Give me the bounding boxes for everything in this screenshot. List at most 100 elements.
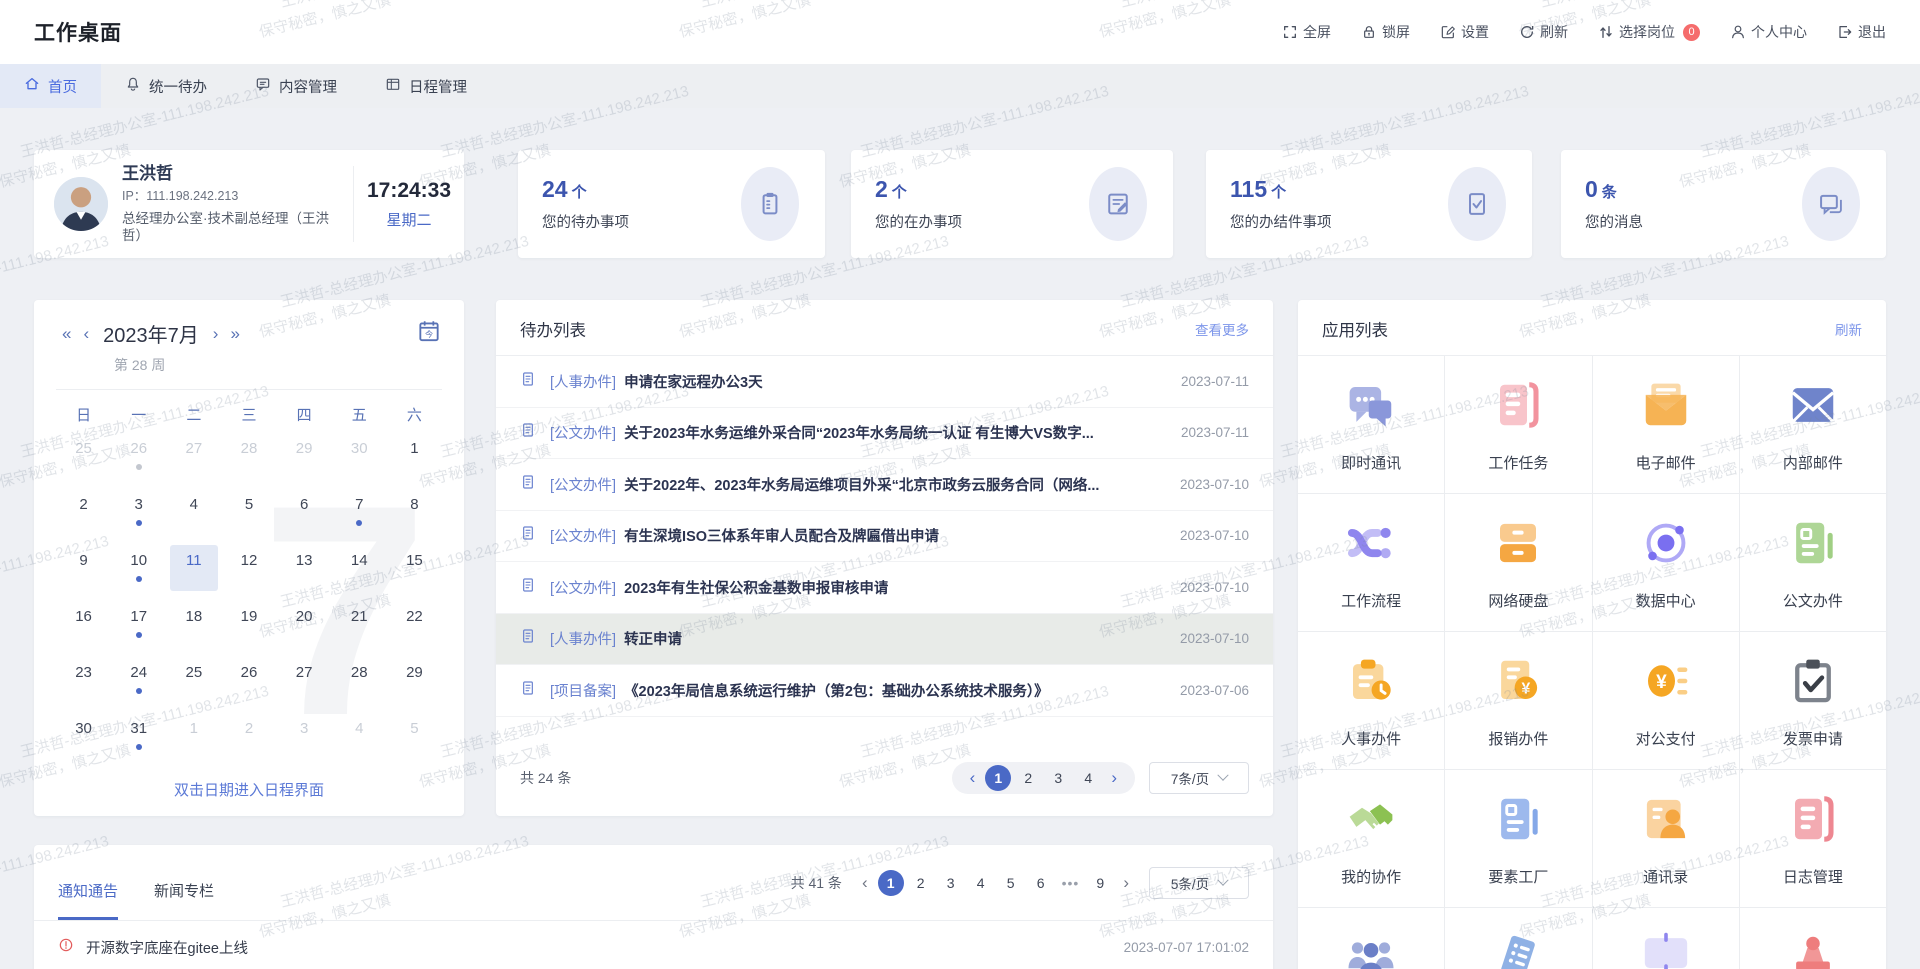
app-日志管理[interactable]: 日志管理	[1740, 770, 1886, 907]
page-3[interactable]: 3	[1045, 765, 1071, 791]
app-内部邮件[interactable]: 内部邮件	[1740, 356, 1886, 493]
view-more-link[interactable]: 查看更多	[1195, 319, 1249, 339]
calendar-date-5[interactable]: 5	[387, 705, 442, 761]
calendar-date-23[interactable]: 23	[56, 649, 111, 705]
todo-item-2[interactable]: [公文办件] 关于2023年水务运维外采合同“2023年水务局统一认证 有生博大…	[496, 408, 1273, 460]
calendar-date-30[interactable]: 30	[56, 705, 111, 761]
app-即时通讯[interactable]: 即时通讯	[1298, 356, 1444, 493]
calendar-date-27[interactable]: 27	[277, 649, 332, 705]
app-网络硬盘[interactable]: 网络硬盘	[1445, 494, 1591, 631]
calendar-date-19[interactable]: 19	[221, 593, 276, 649]
header-action-个人中心[interactable]: 个人中心	[1730, 22, 1807, 42]
header-action-设置[interactable]: 设置	[1440, 22, 1489, 42]
app-工作流程[interactable]: 工作流程	[1298, 494, 1444, 631]
app-发票申请[interactable]: 发票申请	[1740, 632, 1886, 769]
calendar-date-6[interactable]: 6	[277, 481, 332, 537]
app-人事办件[interactable]: 人事办件	[1298, 632, 1444, 769]
calendar-date-18[interactable]: 18	[166, 593, 221, 649]
calendar-date-29[interactable]: 29	[387, 649, 442, 705]
todo-item-3[interactable]: [公文办件] 关于2022年、2023年水务局运维项目外采“北京市政务云服务合同…	[496, 459, 1273, 511]
todo-item-7[interactable]: [项目备案] 《2023年局信息系统运行维护（第2包：基础办公系统技术服务）》 …	[496, 665, 1273, 717]
calendar-date-1[interactable]: 1	[166, 705, 221, 761]
calendar-date-27[interactable]: 27	[166, 425, 221, 481]
notice-tab-新闻专栏[interactable]: 新闻专栏	[154, 880, 214, 920]
notice-item-1[interactable]: 开源数字底座在gitee上线 2023-07-07 17:01:02	[34, 921, 1273, 969]
prev-year-button[interactable]: «	[56, 324, 77, 344]
app-电子邮件[interactable]: 电子邮件	[1593, 356, 1739, 493]
app-公文办件[interactable]: 公文办件	[1740, 494, 1886, 631]
calendar-date-31[interactable]: 31	[111, 705, 166, 761]
notice-page-size-select[interactable]: 5条/页	[1149, 867, 1249, 899]
app-stamp-icon[interactable]	[1740, 908, 1886, 969]
todo-item-6[interactable]: [人事办件] 转正申请 2023-07-10	[496, 614, 1273, 666]
todo-item-1[interactable]: [人事办件] 申请在家远程办公3天 2023-07-11	[496, 356, 1273, 408]
more-pages-icon[interactable]: •••	[1058, 875, 1084, 891]
calendar-date-7[interactable]: 7	[332, 481, 387, 537]
apps-refresh-link[interactable]: 刷新	[1835, 319, 1862, 339]
todo-item-4[interactable]: [公文办件] 有生深境ISO三体系年审人员配合及牌匾借出申请 2023-07-1…	[496, 511, 1273, 563]
calendar-date-26[interactable]: 26	[111, 425, 166, 481]
calendar-date-29[interactable]: 29	[277, 425, 332, 481]
calendar-date-13[interactable]: 13	[277, 537, 332, 593]
calendar-date-12[interactable]: 12	[221, 537, 276, 593]
app-数据中心[interactable]: 数据中心	[1593, 494, 1739, 631]
notice-page-1[interactable]: 1	[878, 870, 904, 896]
next-month-button[interactable]: ›	[207, 324, 225, 344]
next-year-button[interactable]: »	[224, 324, 245, 344]
stat-card-您的消息[interactable]: 0条您的消息	[1561, 150, 1886, 258]
calendar-date-24[interactable]: 24	[111, 649, 166, 705]
stat-card-您的待办事项[interactable]: 24个您的待办事项	[518, 150, 825, 258]
calendar-date-28[interactable]: 28	[221, 425, 276, 481]
calendar-date-14[interactable]: 14	[332, 537, 387, 593]
app-对公支付[interactable]: ¥对公支付	[1593, 632, 1739, 769]
header-action-刷新[interactable]: 刷新	[1519, 22, 1568, 42]
calendar-date-30[interactable]: 30	[332, 425, 387, 481]
calendar-date-20[interactable]: 20	[277, 593, 332, 649]
calendar-date-4[interactable]: 4	[166, 481, 221, 537]
page-size-select[interactable]: 7条/页	[1149, 762, 1249, 794]
notice-page-3[interactable]: 3	[938, 870, 964, 896]
notice-prev-button[interactable]: ‹	[856, 873, 874, 893]
calendar-date-25[interactable]: 25	[166, 649, 221, 705]
prev-page-button[interactable]: ‹	[964, 768, 982, 788]
notice-page-9[interactable]: 9	[1087, 870, 1113, 896]
calendar-date-5[interactable]: 5	[221, 481, 276, 537]
app-通讯录[interactable]: 通讯录	[1593, 770, 1739, 907]
calendar-date-3[interactable]: 3	[277, 705, 332, 761]
app-board-icon[interactable]	[1593, 908, 1739, 969]
calendar-date-25[interactable]: 25	[56, 425, 111, 481]
calendar-date-8[interactable]: 8	[387, 481, 442, 537]
notice-next-button[interactable]: ›	[1117, 873, 1135, 893]
header-action-退出[interactable]: 退出	[1837, 22, 1886, 42]
calendar-date-15[interactable]: 15	[387, 537, 442, 593]
notice-tab-通知通告[interactable]: 通知通告	[58, 880, 118, 920]
today-icon[interactable]: 今	[416, 318, 442, 349]
header-action-锁屏[interactable]: 锁屏	[1361, 22, 1410, 42]
calendar-date-21[interactable]: 21	[332, 593, 387, 649]
app-org-people-icon[interactable]	[1298, 908, 1444, 969]
calendar-date-3[interactable]: 3	[111, 481, 166, 537]
calendar-date-10[interactable]: 10	[111, 537, 166, 593]
app-receipt-icon[interactable]	[1445, 908, 1591, 969]
next-page-button[interactable]: ›	[1105, 768, 1123, 788]
header-action-全屏[interactable]: 全屏	[1282, 22, 1331, 42]
header-action-选择岗位[interactable]: 选择岗位0	[1598, 22, 1700, 42]
calendar-date-11[interactable]: 11	[166, 537, 221, 593]
tab-首页[interactable]: 首页	[0, 64, 101, 108]
stat-card-您的在办事项[interactable]: 2个您的在办事项	[851, 150, 1173, 258]
calendar-date-2[interactable]: 2	[56, 481, 111, 537]
calendar-date-28[interactable]: 28	[332, 649, 387, 705]
stat-card-您的办结件事项[interactable]: 115个您的办结件事项	[1206, 150, 1532, 258]
notice-page-5[interactable]: 5	[998, 870, 1024, 896]
page-1[interactable]: 1	[985, 765, 1011, 791]
notice-page-2[interactable]: 2	[908, 870, 934, 896]
app-要素工厂[interactable]: 要素工厂	[1445, 770, 1591, 907]
app-工作任务[interactable]: 工作任务	[1445, 356, 1591, 493]
calendar-date-1[interactable]: 1	[387, 425, 442, 481]
page-2[interactable]: 2	[1015, 765, 1041, 791]
calendar-date-4[interactable]: 4	[332, 705, 387, 761]
todo-item-5[interactable]: [公文办件] 2023年有生社保公积金基数申报审核申请 2023-07-10	[496, 562, 1273, 614]
calendar-date-26[interactable]: 26	[221, 649, 276, 705]
page-4[interactable]: 4	[1075, 765, 1101, 791]
calendar-date-16[interactable]: 16	[56, 593, 111, 649]
